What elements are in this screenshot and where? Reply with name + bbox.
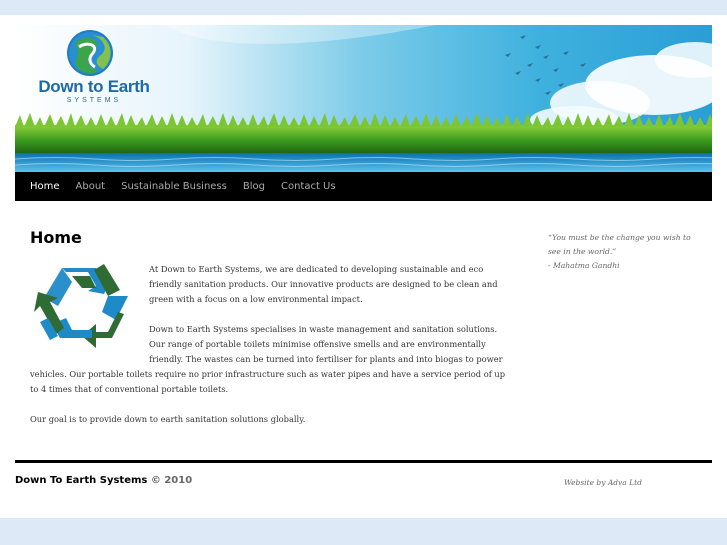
footer-copyright: © 2010 — [150, 475, 193, 486]
recycle-icon — [34, 264, 128, 348]
page-title: Home — [30, 228, 82, 247]
main-content: Home At Down to Earth Systems, we are de… — [30, 228, 508, 442]
logo-wordmark: Down to Earth — [38, 77, 150, 96]
goal-paragraph: Our goal is to provide down to earth san… — [30, 414, 306, 424]
header-banner: Down to Earth SYSTEMS — [15, 25, 712, 172]
globe-icon — [67, 30, 113, 76]
logo-subtitle: SYSTEMS — [66, 97, 122, 104]
quote-text: “You must be the change you wish to see … — [548, 233, 691, 256]
entry-content: At Down to Earth Systems, we are dedicat… — [30, 262, 508, 427]
nav-item-sustainable-business[interactable]: Sustainable Business — [113, 172, 235, 201]
nav-item-about[interactable]: About — [68, 172, 114, 201]
footer-site-info: Down To Earth Systems © 2010 — [15, 475, 192, 486]
nav-item-blog[interactable]: Blog — [235, 172, 273, 201]
nav-item-home[interactable]: Home — [22, 172, 68, 201]
site-logo[interactable]: Down to Earth SYSTEMS — [29, 27, 159, 113]
footer-site-name[interactable]: Down To Earth Systems — [15, 475, 147, 486]
footer-divider — [15, 460, 712, 463]
sidebar-quote: “You must be the change you wish to see … — [548, 231, 698, 273]
quote-attribution: - Mahatma Gandhi — [548, 261, 620, 270]
nav-item-contact-us[interactable]: Contact Us — [273, 172, 344, 201]
footer-credit[interactable]: Website by Adva Ltd — [564, 478, 642, 487]
main-navigation: Home About Sustainable Business Blog Con… — [15, 172, 712, 201]
